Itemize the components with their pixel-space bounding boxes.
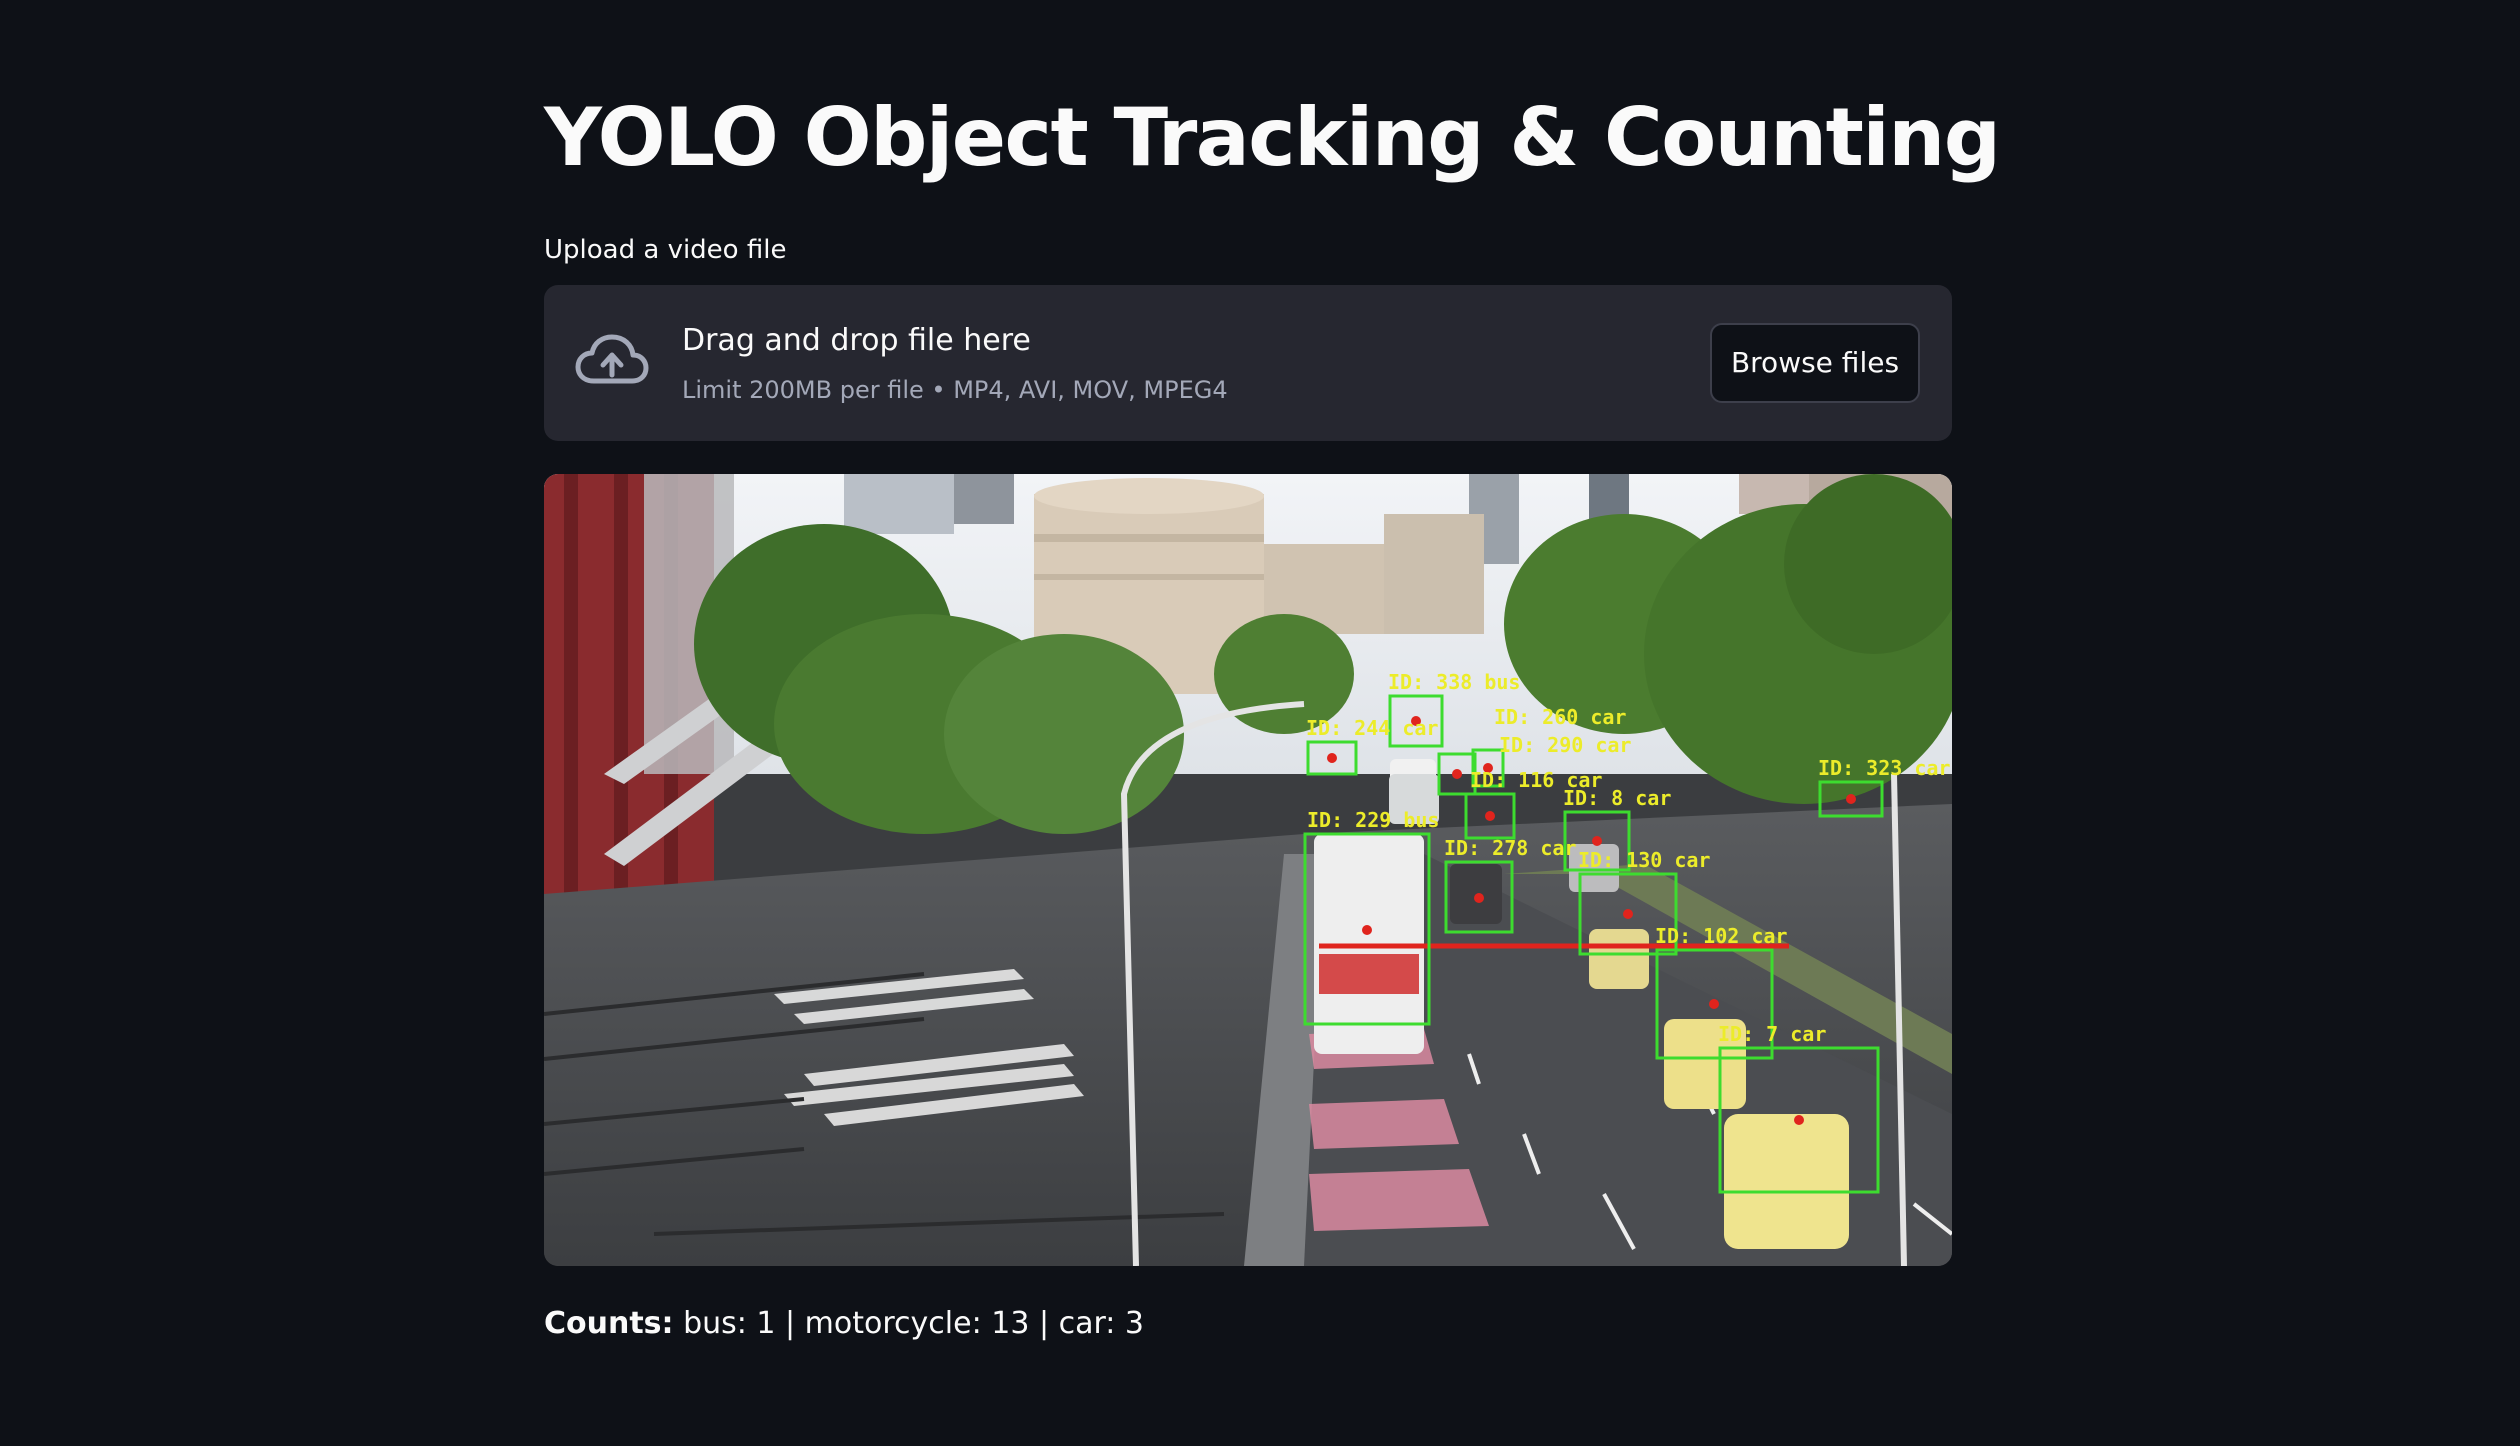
page-title: YOLO Object Tracking & Counting: [544, 91, 2001, 184]
detection-label: ID: 278 car: [1444, 836, 1576, 860]
counts-summary: Counts: bus: 1 | motorcycle: 13 | car: 3: [544, 1302, 1144, 1346]
detection-label: ID: 260 car: [1494, 705, 1626, 729]
dropzone-instructions: Drag and drop file here: [682, 323, 1031, 358]
browse-files-button[interactable]: Browse files: [1710, 323, 1920, 403]
detection-label: ID: 244 car: [1306, 716, 1438, 740]
detection-label: ID: 116 car: [1470, 768, 1602, 792]
video-frame: ID: 229 bus ID: 278 car ID: 130 car ID: …: [544, 474, 1952, 1266]
cloud-upload-icon: [574, 329, 650, 393]
app-page: YOLO Object Tracking & Counting Upload a…: [0, 0, 2520, 1446]
annotated-video-image: ID: 229 bus ID: 278 car ID: 130 car ID: …: [544, 474, 1952, 1266]
detection-label: ID: 323 car: [1818, 756, 1950, 780]
detection-label: ID: 102 car: [1655, 924, 1787, 948]
counts-label: Counts:: [544, 1306, 674, 1341]
detection-label: ID: 290 car: [1499, 733, 1631, 757]
dropzone-limits: Limit 200MB per file • MP4, AVI, MOV, MP…: [682, 376, 1228, 404]
upload-label: Upload a video file: [544, 235, 787, 265]
detection-label: ID: 7 car: [1718, 1022, 1826, 1046]
detection-label: ID: 130 car: [1578, 848, 1710, 872]
file-dropzone[interactable]: Drag and drop file here Limit 200MB per …: [544, 285, 1952, 441]
detection-label: ID: 229 bus: [1307, 808, 1439, 832]
counts-values: bus: 1 | motorcycle: 13 | car: 3: [673, 1306, 1144, 1341]
detection-label: ID: 338 bus: [1388, 670, 1520, 694]
